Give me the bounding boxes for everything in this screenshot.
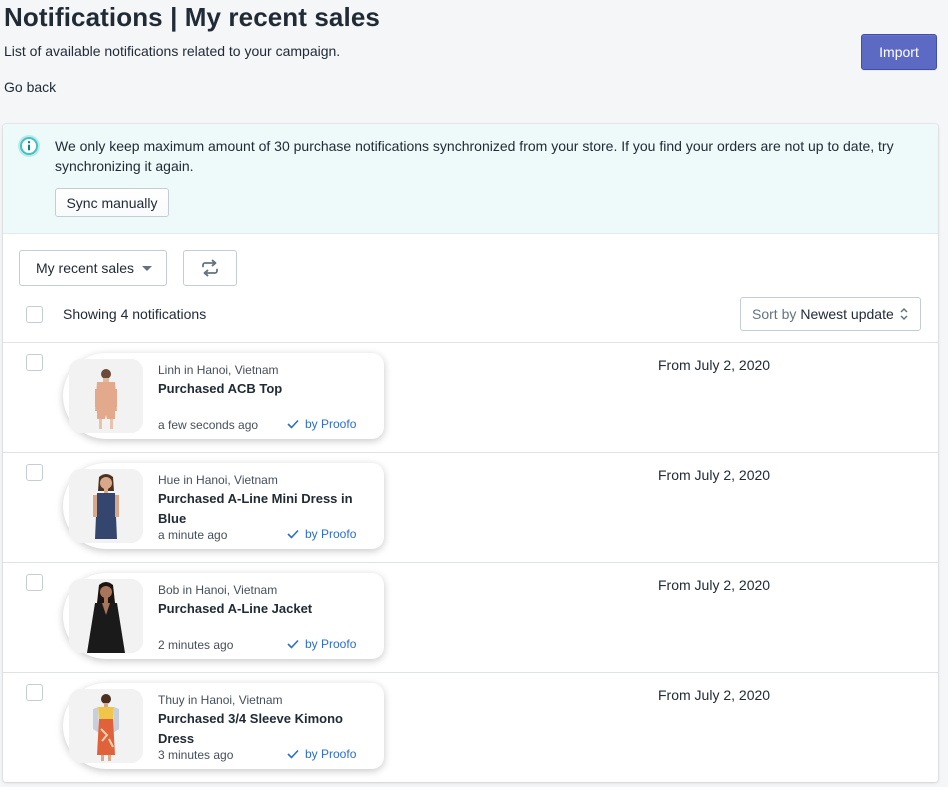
product-image (69, 579, 143, 653)
info-icon (18, 135, 40, 157)
campaign-dropdown[interactable]: My recent sales (19, 250, 167, 286)
powered-by-label: by Proofo (305, 637, 357, 651)
list-item: Hue in Hanoi, Vietnam Purchased A-Line M… (3, 452, 938, 562)
product-image (69, 359, 143, 433)
refresh-button[interactable] (183, 250, 237, 286)
customer-location: Linh in Hanoi, Vietnam (158, 363, 279, 377)
notification-date: From July 2, 2020 (658, 577, 771, 593)
notification-date: From July 2, 2020 (658, 357, 771, 373)
showing-count: Showing 4 notifications (63, 306, 207, 322)
powered-by-label: by Proofo (305, 417, 357, 431)
purchase-title: Purchased A-Line Mini Dress in Blue (158, 491, 353, 526)
notification-preview: Hue in Hanoi, Vietnam Purchased A-Line M… (63, 463, 384, 549)
page-title: Notifications | My recent sales (4, 2, 380, 32)
checkmark-icon (287, 529, 299, 539)
customer-location: Hue in Hanoi, Vietnam (158, 473, 278, 487)
relative-time: a minute ago (158, 528, 228, 542)
page-subtitle: List of available notifications related … (4, 43, 341, 59)
checkmark-icon (287, 419, 299, 429)
powered-by: by Proofo (287, 637, 356, 651)
notification-date: From July 2, 2020 (658, 467, 771, 483)
sync-manually-button[interactable]: Sync manually (55, 188, 169, 217)
select-arrows-icon (900, 307, 908, 321)
checkmark-icon (287, 639, 299, 649)
sort-prefix: Sort by (752, 306, 797, 322)
powered-by: by Proofo (287, 747, 356, 761)
refresh-icon (202, 259, 218, 277)
powered-by: by Proofo (287, 417, 356, 431)
select-all-checkbox[interactable] (26, 306, 43, 323)
notification-preview: Bob in Hanoi, Vietnam Purchased A-Line J… (63, 573, 384, 659)
sort-select[interactable]: Sort by Newest update (740, 297, 921, 331)
product-image (69, 689, 143, 763)
list-item: Thuy in Hanoi, Vietnam Purchased 3/4 Sle… (3, 672, 938, 782)
powered-by-label: by Proofo (305, 747, 357, 761)
powered-by-label: by Proofo (305, 527, 357, 541)
notification-preview: Linh in Hanoi, Vietnam Purchased ACB Top… (63, 353, 384, 439)
list-item: Bob in Hanoi, Vietnam Purchased A-Line J… (3, 562, 938, 672)
customer-location: Thuy in Hanoi, Vietnam (158, 693, 283, 707)
relative-time: 3 minutes ago (158, 748, 234, 762)
sort-value: Newest update (800, 306, 894, 322)
powered-by: by Proofo (287, 527, 356, 541)
checkmark-icon (287, 749, 299, 759)
row-checkbox[interactable] (26, 684, 43, 701)
purchase-title: Purchased 3/4 Sleeve Kimono Dress (158, 711, 343, 746)
info-banner: We only keep maximum amount of 30 purcha… (3, 124, 938, 234)
import-button[interactable]: Import (861, 34, 937, 70)
list-item: Linh in Hanoi, Vietnam Purchased ACB Top… (3, 342, 938, 452)
notification-date: From July 2, 2020 (658, 687, 771, 703)
caret-down-icon (142, 266, 152, 271)
go-back-link[interactable]: Go back (4, 79, 56, 95)
product-image (69, 469, 143, 543)
relative-time: a few seconds ago (158, 418, 259, 432)
purchase-title: Purchased ACB Top (158, 381, 283, 396)
banner-message: We only keep maximum amount of 30 purcha… (55, 138, 894, 174)
row-checkbox[interactable] (26, 574, 43, 591)
campaign-dropdown-label: My recent sales (36, 260, 135, 276)
row-checkbox[interactable] (26, 354, 43, 371)
relative-time: 2 minutes ago (158, 638, 234, 652)
notification-preview: Thuy in Hanoi, Vietnam Purchased 3/4 Sle… (63, 683, 384, 769)
customer-location: Bob in Hanoi, Vietnam (158, 583, 278, 597)
purchase-title: Purchased A-Line Jacket (158, 601, 313, 616)
notifications-card: We only keep maximum amount of 30 purcha… (3, 124, 938, 782)
row-checkbox[interactable] (26, 464, 43, 481)
